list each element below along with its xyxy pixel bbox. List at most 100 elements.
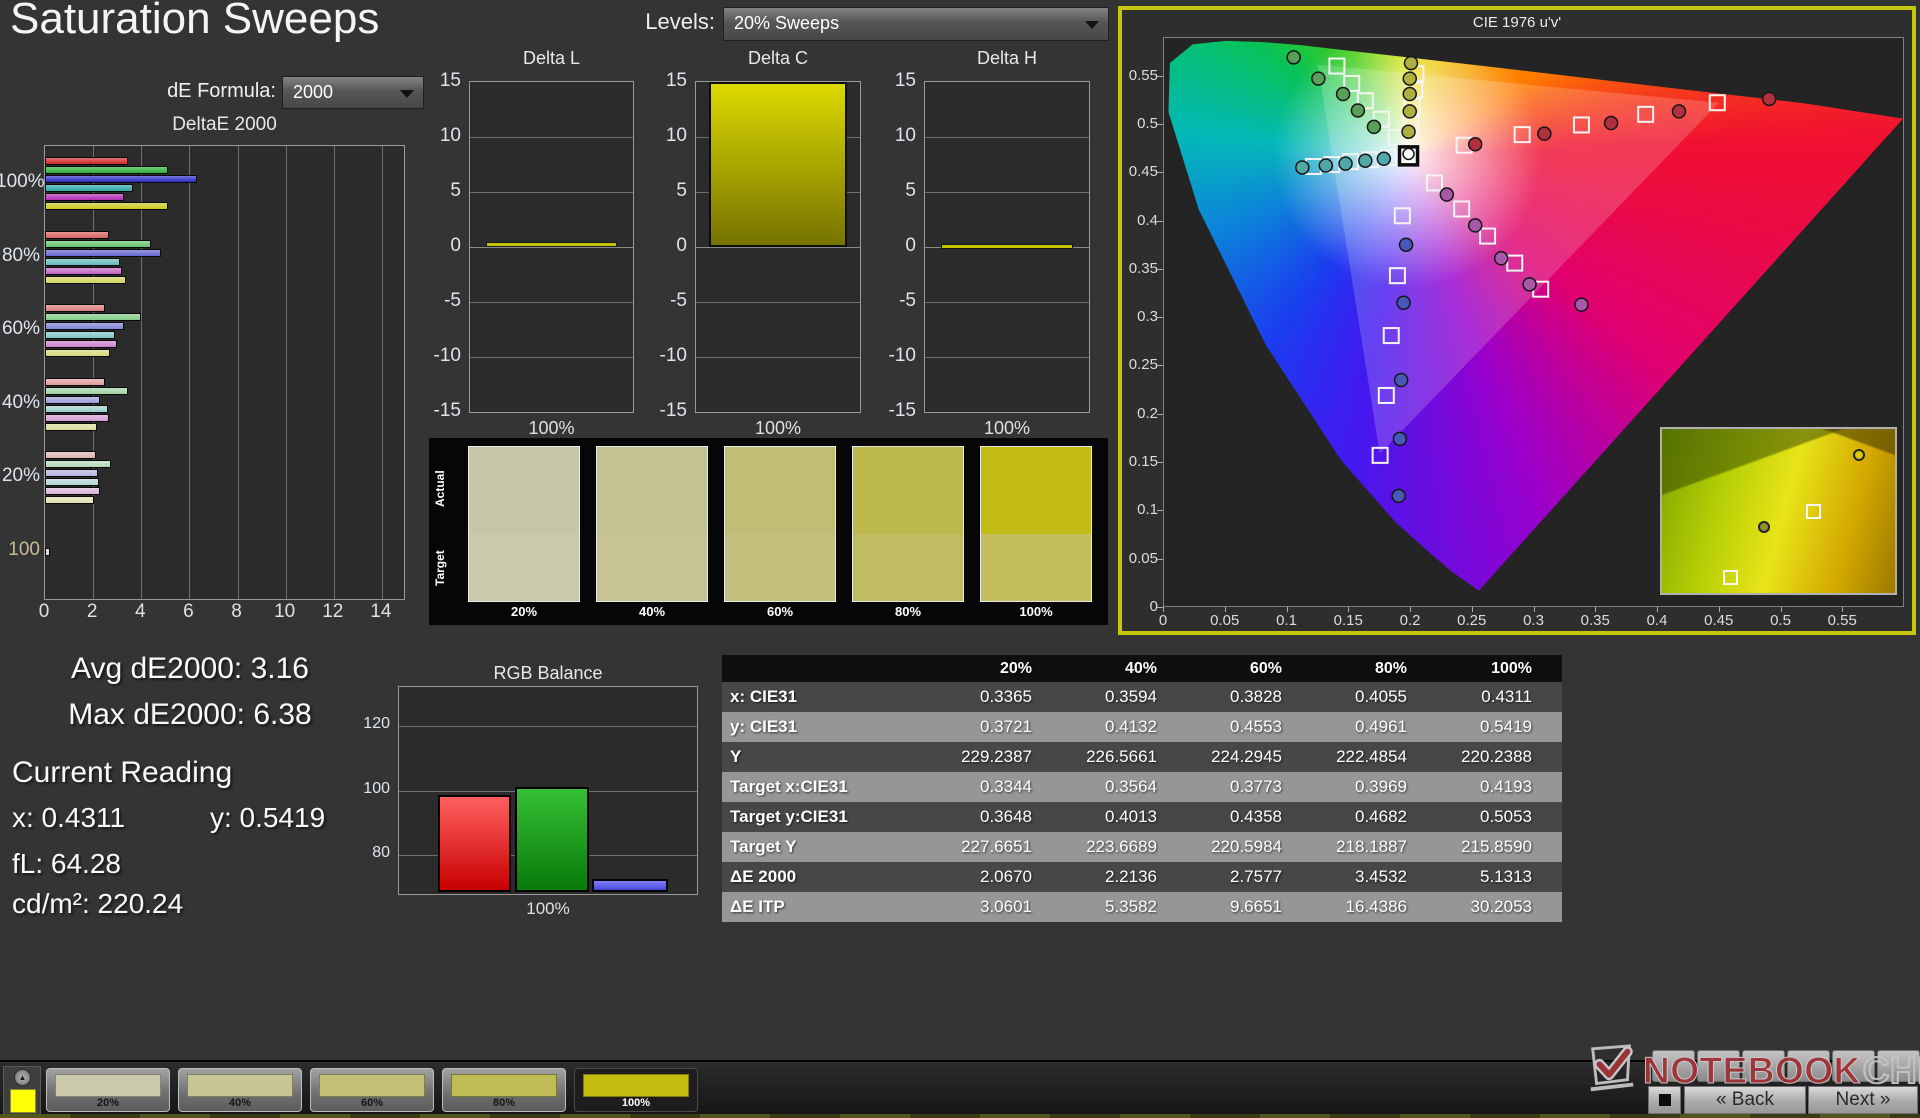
delta-gridline xyxy=(470,247,633,248)
current-reading-heading: Current Reading xyxy=(12,756,232,790)
table-value-cell: 0.3969 xyxy=(1312,777,1437,797)
cie-y-tickmark xyxy=(1157,76,1163,77)
next-button[interactable]: Next » xyxy=(1808,1086,1918,1114)
table-value-cell: 0.3365 xyxy=(937,687,1062,707)
toolbar-button[interactable] xyxy=(1742,1050,1785,1082)
de-gridline xyxy=(334,146,335,599)
de-bar-white xyxy=(45,548,50,556)
patch-button-80%[interactable]: 80% xyxy=(442,1068,566,1112)
inset-target-marker xyxy=(1723,570,1738,585)
table-row: Target x:CIE310.33440.35640.37730.39690.… xyxy=(722,772,1562,802)
cie-measured-blue xyxy=(1393,432,1406,445)
delta-y-tick: 0 xyxy=(417,235,461,257)
rgb-bar-blue xyxy=(592,879,668,892)
cie-x-tickmark xyxy=(1534,607,1535,612)
delta-x-label: 100% xyxy=(469,418,634,439)
cie-measured-magenta xyxy=(1575,298,1588,311)
delta-y-tick: 15 xyxy=(417,70,461,92)
patch-button-20%[interactable]: 20% xyxy=(46,1068,170,1112)
swatch-pair-60% xyxy=(724,446,836,602)
table-row: ΔE ITP3.06015.35829.665116.438630.2053 xyxy=(722,892,1562,922)
cie-measured-blue xyxy=(1392,489,1405,502)
bottom-edge-strip xyxy=(0,1114,1920,1118)
de-formula-value: 2000 xyxy=(293,82,333,102)
delta-chart-title: Delta C xyxy=(695,48,861,69)
stop-button[interactable] xyxy=(1648,1086,1681,1114)
levels-value: 20% Sweeps xyxy=(734,13,839,33)
back-button[interactable]: « Back xyxy=(1684,1086,1806,1114)
cie-x-tickmark xyxy=(1410,607,1411,612)
cie-measured-blue xyxy=(1395,374,1408,387)
swatch-actual xyxy=(853,447,963,534)
cie-y-tick: 0.4 xyxy=(1112,212,1158,229)
cie-x-tickmark xyxy=(1225,607,1226,612)
cie-y-tick: 0.3 xyxy=(1112,308,1158,325)
cie-x-tickmark xyxy=(1163,607,1164,612)
cie-y-tick: 0.5 xyxy=(1112,115,1158,132)
de-group-label: 60% xyxy=(0,318,40,340)
cie-y-tickmark xyxy=(1157,462,1163,463)
patch-button-40%[interactable]: 40% xyxy=(178,1068,302,1112)
toolbar-button[interactable] xyxy=(1652,1050,1695,1082)
cie-y-tickmark xyxy=(1157,269,1163,270)
delta-y-tick: -5 xyxy=(417,290,461,312)
cie-target-red xyxy=(1574,117,1589,132)
expand-up-button[interactable]: ▲ xyxy=(14,1069,31,1086)
rgb-balance-chart xyxy=(398,686,698,895)
patch-label: 60% xyxy=(311,1097,433,1109)
de2000-chart-title: DeltaE 2000 xyxy=(44,114,405,136)
table-header-cell: 20% xyxy=(937,660,1062,678)
de-x-tick: 4 xyxy=(120,601,160,623)
swatch-actual xyxy=(597,447,707,534)
de-bar-magenta xyxy=(45,267,122,275)
stop-icon xyxy=(1659,1094,1671,1106)
delta-gridline xyxy=(470,357,633,358)
delta-gridline xyxy=(470,192,633,193)
cie-measured-cyan xyxy=(1296,161,1309,174)
delta-bar-yellow xyxy=(709,82,847,247)
swatch-actual xyxy=(469,447,579,534)
delta-chart-delta-l xyxy=(469,81,634,413)
toolbar-button[interactable] xyxy=(1877,1050,1920,1082)
delta-y-tick: 10 xyxy=(643,125,687,147)
delta-chart-title: Delta L xyxy=(469,48,634,69)
table-value-cell: 2.7577 xyxy=(1187,867,1312,887)
rgb-y-tick: 100 xyxy=(346,780,390,798)
de-bar-yellow xyxy=(45,496,94,504)
cie-x-tick: 0.3 xyxy=(1509,612,1559,629)
cie-zoom-inset xyxy=(1660,427,1897,595)
de-group-label: 100% xyxy=(0,171,40,193)
cie-target-green xyxy=(1329,59,1344,74)
de-bar-red xyxy=(45,378,105,386)
patch-button-60%[interactable]: 60% xyxy=(310,1068,434,1112)
cie-measured-magenta xyxy=(1523,278,1536,291)
cie-x-tickmark xyxy=(1719,607,1720,612)
cie-x-tick: 0.15 xyxy=(1323,612,1373,629)
de-bar-green xyxy=(45,166,168,174)
de-formula-dropdown[interactable]: 2000 xyxy=(282,76,424,109)
table-value-cell: 0.4055 xyxy=(1312,687,1437,707)
table-value-cell: 218.1887 xyxy=(1312,837,1437,857)
cie-target-red xyxy=(1710,95,1725,110)
table-value-cell: 223.6689 xyxy=(1062,837,1187,857)
table-row-label: Target y:CIE31 xyxy=(722,807,937,827)
delta-y-tick: 5 xyxy=(643,180,687,202)
cie-measured-red xyxy=(1538,127,1551,140)
table-value-cell: 0.4553 xyxy=(1187,717,1312,737)
delta-chart-delta-c xyxy=(695,81,861,413)
patch-color-swatch xyxy=(319,1074,425,1097)
cie-y-tickmark xyxy=(1157,172,1163,173)
active-patch-color[interactable] xyxy=(10,1089,36,1113)
table-value-cell: 3.0601 xyxy=(937,897,1062,917)
levels-dropdown[interactable]: 20% Sweeps xyxy=(723,7,1109,41)
cie-measured-yellow xyxy=(1403,88,1416,101)
toolbar-button[interactable] xyxy=(1832,1050,1875,1082)
delta-chart-delta-h xyxy=(924,81,1090,413)
table-value-cell: 3.4532 xyxy=(1312,867,1437,887)
cie-measured-blue xyxy=(1400,238,1413,251)
patch-button-100%[interactable]: 100% xyxy=(574,1068,698,1112)
toolbar-button[interactable] xyxy=(1697,1050,1740,1082)
toolbar-button[interactable] xyxy=(1787,1050,1830,1082)
de-gridline xyxy=(238,146,239,599)
cie-y-tickmark xyxy=(1157,124,1163,125)
